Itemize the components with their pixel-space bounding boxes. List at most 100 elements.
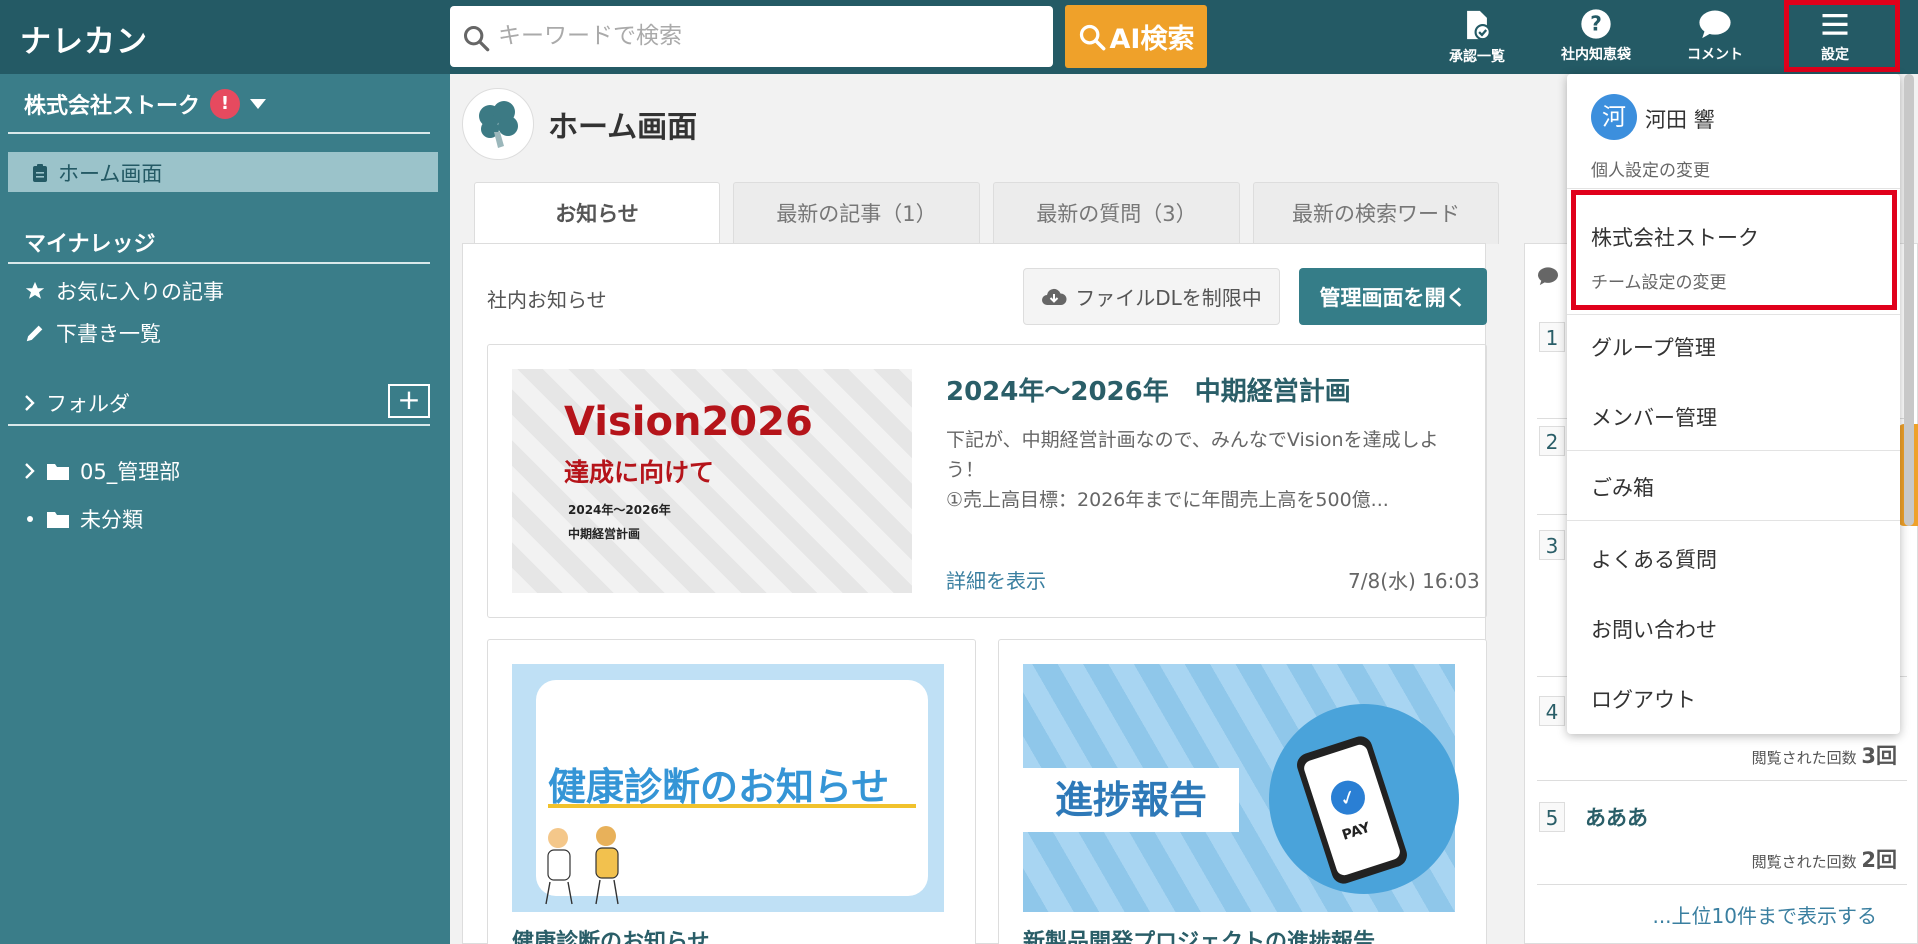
menu-item-group-management[interactable]: グループ管理 <box>1591 332 1716 362</box>
show-details-link[interactable]: 詳細を表示 <box>946 565 1046 594</box>
tab-latest-questions[interactable]: 最新の質問（3） <box>993 182 1240 244</box>
bullet-icon <box>27 516 33 522</box>
scrollbar[interactable] <box>1904 74 1914 526</box>
notice-card[interactable]: 健康診断のお知らせ 健康診断のお知らせ <box>487 639 976 944</box>
menu-item-member-management[interactable]: メンバー管理 <box>1591 402 1717 432</box>
folder-label: 未分類 <box>80 508 143 532</box>
thumbnail-text: 進捗報告 <box>1023 768 1239 832</box>
caret-down-icon <box>250 99 267 109</box>
doctor-patient-illustration-icon <box>545 826 619 905</box>
rank-view-count: 閲覧された回数 2回 <box>1752 844 1897 874</box>
search-box <box>450 6 1053 67</box>
user-name: 河田 響 <box>1645 108 1715 132</box>
file-dl-restricted-button[interactable]: ファイルDLを制限中 <box>1023 268 1280 325</box>
notice-card[interactable]: 進捗報告 ✓ PAY 新製品開発プロジェクトの進捗報告 <box>998 639 1487 944</box>
top-bar: ナレカン AI検索 承認一覧 ? 社内知恵袋 <box>0 0 1918 74</box>
svg-text:?: ? <box>1590 12 1602 36</box>
view-count-value: 3回 <box>1861 744 1897 768</box>
company-switcher[interactable]: 株式会社ストーク ! <box>24 88 267 120</box>
show-top10-link[interactable]: ...上位10件まで表示する <box>1652 900 1877 929</box>
sidebar-item-home[interactable]: ホーム画面 <box>8 152 438 192</box>
tab-notices[interactable]: お知らせ <box>474 182 720 246</box>
team-settings-highlight-box <box>1571 190 1897 310</box>
folder-icon <box>47 512 69 528</box>
nav-approval-list[interactable]: 承認一覧 <box>1431 6 1523 68</box>
notice-card-title: 健康診断のお知らせ <box>512 930 710 944</box>
featured-notice-image: Vision2026 達成に向けて 2024年〜2026年 中期経営計画 <box>512 369 912 593</box>
folder-item[interactable]: 05_管理部 <box>24 456 180 486</box>
notice-thumbnail: 健康診断のお知らせ <box>512 664 944 912</box>
featured-notice-card[interactable]: Vision2026 達成に向けて 2024年〜2026年 中期経営計画 202… <box>487 344 1487 618</box>
divider <box>8 424 430 426</box>
tab-latest-articles[interactable]: 最新の記事（1） <box>733 182 980 244</box>
sidebar-item-favorites-label: お気に入りの記事 <box>56 280 224 304</box>
search-input[interactable] <box>498 16 1038 56</box>
comment-bubble-icon <box>1538 267 1558 286</box>
add-folder-button[interactable]: + <box>388 384 430 418</box>
my-knowledge-heading: マイナレッジ <box>24 232 156 257</box>
ai-search-button[interactable]: AI検索 <box>1065 5 1207 68</box>
page-title: ホーム画面 <box>548 110 698 145</box>
divider <box>8 262 430 264</box>
tab-latest-search-words[interactable]: 最新の検索ワード <box>1253 182 1499 244</box>
divider <box>8 132 430 134</box>
menu-item-faq[interactable]: よくある質問 <box>1591 544 1717 574</box>
star-icon <box>25 281 45 299</box>
clipboard-icon <box>33 164 47 182</box>
check-icon: ✓ <box>1326 776 1370 820</box>
pay-label: PAY <box>1340 819 1373 844</box>
search-icon <box>463 25 490 52</box>
thumbnail-text: 健康診断のお知らせ <box>548 765 890 809</box>
open-admin-button[interactable]: 管理画面を開く <box>1299 268 1487 325</box>
broccoli-mascot-icon <box>462 88 534 160</box>
nav-comments-label: コメント <box>1687 47 1743 63</box>
question-circle-icon: ? <box>1581 9 1611 39</box>
company-name: 株式会社ストーク <box>24 94 201 119</box>
settings-highlight-box <box>1784 0 1900 72</box>
pencil-icon <box>26 325 43 342</box>
folder-item[interactable]: 未分類 <box>24 504 143 534</box>
file-dl-label: ファイルDLを制限中 <box>1075 286 1262 310</box>
approval-doc-icon <box>1467 10 1491 41</box>
view-count-value: 2回 <box>1861 848 1897 872</box>
search-icon <box>1079 24 1105 50</box>
rank-number: 4 <box>1539 696 1565 726</box>
image-text: Vision2026 <box>564 399 813 445</box>
personal-settings-link[interactable]: 個人設定の変更 <box>1591 156 1710 181</box>
rank-number: 3 <box>1539 530 1565 560</box>
menu-item-logout[interactable]: ログアウト <box>1591 684 1696 714</box>
menu-item-contact[interactable]: お問い合わせ <box>1591 614 1717 644</box>
notice-body: 下記が、中期経営計画なので、みんなでVisionを達成しよう！ ①売上高目標：2… <box>946 429 1439 511</box>
settings-dropdown-menu: 河 河田 響 個人設定の変更 株式会社ストーク チーム設定の変更 グループ管理 … <box>1567 74 1900 734</box>
divider <box>1567 314 1900 315</box>
nav-knowledge-qa[interactable]: ? 社内知恵袋 <box>1550 6 1642 68</box>
notice-card-title: 新製品開発プロジェクトの進捗報告 <box>1023 930 1376 944</box>
comment-bubble-icon <box>1699 10 1731 39</box>
app-logo[interactable]: ナレカン <box>20 16 148 61</box>
rank-number: 1 <box>1539 322 1565 352</box>
sidebar-item-drafts[interactable]: 下書き一覧 <box>24 318 161 348</box>
avatar: 河 <box>1591 94 1637 140</box>
folder-heading: フォルダ <box>46 392 130 416</box>
chevron-right-icon <box>25 463 35 479</box>
folder-section-toggle[interactable]: フォルダ <box>24 388 130 418</box>
notice-date: 7/8(水) 16:03 <box>1348 569 1480 593</box>
rank-view-count: 閲覧された回数 3回 <box>1752 740 1897 770</box>
sidebar-item-favorites[interactable]: お気に入りの記事 <box>24 276 224 306</box>
view-count-label: 閲覧された回数 <box>1751 853 1857 871</box>
divider <box>1537 884 1907 885</box>
notice-title[interactable]: 2024年～2026年 中期経営計画 <box>946 371 1351 408</box>
divider <box>1537 780 1907 781</box>
sidebar-item-home-label: ホーム画面 <box>58 162 163 186</box>
rank-number: 2 <box>1539 426 1565 456</box>
nav-approval-label: 承認一覧 <box>1449 49 1505 65</box>
view-count-label: 閲覧された回数 <box>1751 749 1857 767</box>
notice-thumbnail: 進捗報告 ✓ PAY <box>1023 664 1459 912</box>
image-text: 達成に向けて <box>564 458 715 487</box>
rank-title[interactable]: あああ <box>1585 802 1648 832</box>
ai-search-label: AI検索 <box>1109 24 1195 55</box>
thumbnail-underline <box>548 804 916 808</box>
notices-panel: 社内お知らせ ファイルDLを制限中 管理画面を開く Vision2026 達成に… <box>462 243 1487 944</box>
nav-comments[interactable]: コメント <box>1669 6 1761 68</box>
menu-item-trash[interactable]: ごみ箱 <box>1591 472 1654 502</box>
